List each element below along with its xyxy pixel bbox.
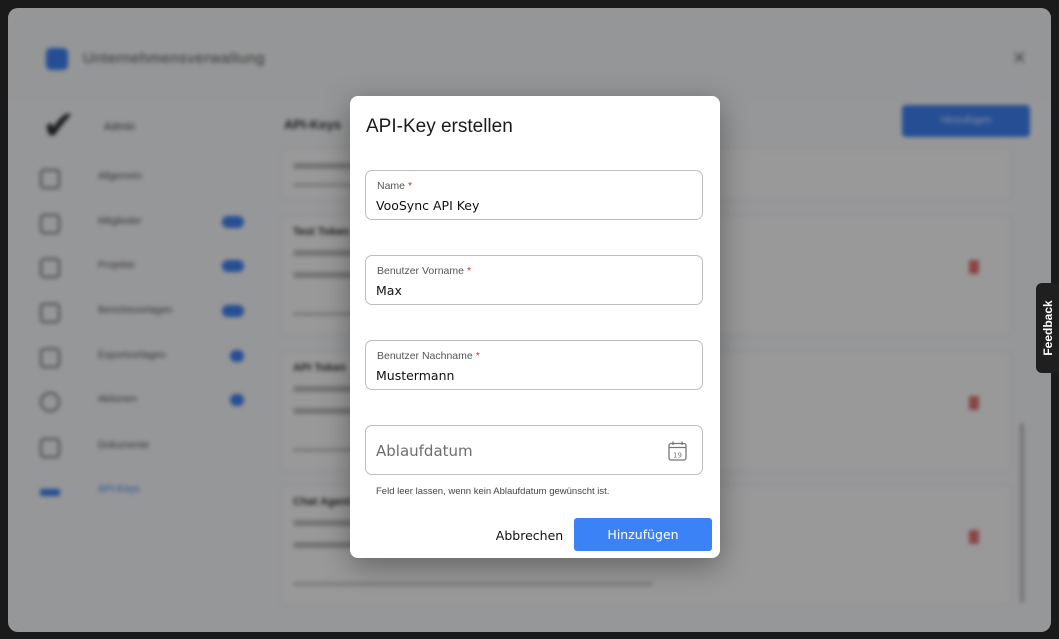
last-name-label-text: Benutzer Nachname bbox=[377, 350, 473, 362]
last-name-field-label: Benutzer Nachname * bbox=[377, 350, 480, 362]
name-input[interactable] bbox=[376, 196, 676, 214]
expiry-date-field[interactable]: 19 bbox=[365, 425, 703, 475]
dialog-title: API-Key erstellen bbox=[366, 116, 513, 137]
required-asterisk: * bbox=[475, 350, 480, 362]
name-label-text: Name bbox=[377, 180, 406, 192]
cancel-button[interactable]: Abbrechen bbox=[487, 518, 572, 552]
calendar-day-number: 19 bbox=[673, 452, 682, 460]
first-name-input[interactable] bbox=[376, 281, 676, 299]
last-name-field[interactable]: Benutzer Nachname * bbox=[365, 340, 703, 390]
name-field[interactable]: Name * bbox=[365, 170, 703, 220]
last-name-input[interactable] bbox=[376, 366, 676, 384]
calendar-icon[interactable]: 19 bbox=[668, 441, 687, 461]
submit-add-button[interactable]: Hinzufügen bbox=[574, 518, 712, 551]
first-name-field-label: Benutzer Vorname * bbox=[377, 265, 471, 277]
expiry-date-input[interactable] bbox=[376, 442, 676, 460]
feedback-label: Feedback bbox=[1040, 300, 1055, 356]
name-field-label: Name * bbox=[377, 180, 412, 192]
expiry-hint: Feld leer lassen, wenn kein Ablaufdatum … bbox=[376, 486, 610, 497]
required-asterisk: * bbox=[408, 180, 413, 192]
required-asterisk: * bbox=[466, 265, 472, 277]
first-name-label-text: Benutzer Vorname bbox=[377, 265, 464, 277]
first-name-field[interactable]: Benutzer Vorname * bbox=[365, 255, 703, 305]
feedback-tab[interactable]: Feedback bbox=[1036, 283, 1059, 373]
create-api-key-dialog: API-Key erstellen Name* Benutzer Vorname… bbox=[350, 96, 720, 558]
